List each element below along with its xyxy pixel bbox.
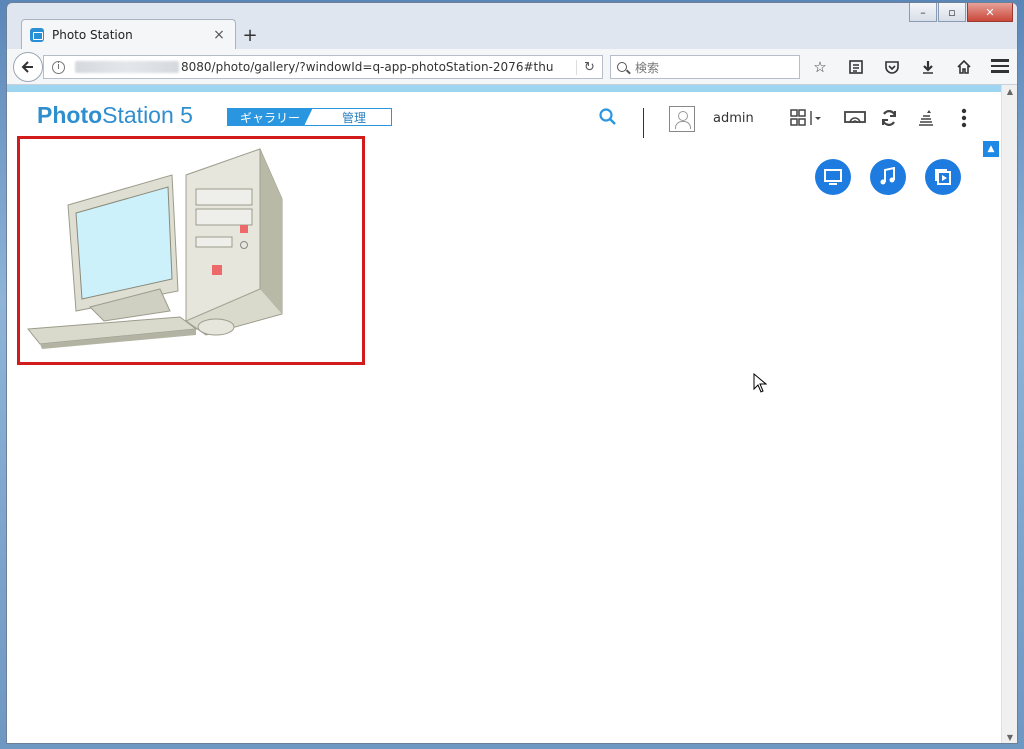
slideshow-icon xyxy=(824,169,842,185)
address-bar[interactable]: i 8080/photo/gallery/?windowId=q-app-pho… xyxy=(43,55,603,79)
hamburger-menu-icon[interactable] xyxy=(991,59,1009,73)
browser-tab[interactable]: Photo Station × xyxy=(21,19,236,49)
home-icon[interactable] xyxy=(951,57,977,77)
url-text: 8080/photo/gallery/?windowId=q-app-photo… xyxy=(181,60,554,74)
selected-photo-thumbnail[interactable] xyxy=(17,136,365,365)
scroll-up-arrow-icon[interactable]: ▲ xyxy=(1002,85,1017,99)
music-button[interactable] xyxy=(870,159,906,195)
photo-station-favicon-icon xyxy=(30,27,44,42)
video-icon xyxy=(935,169,951,185)
accent-strip xyxy=(7,85,1003,92)
view-grid-icon[interactable] xyxy=(789,108,825,128)
browser-window: – ▫ ✕ Photo Station × + i 8080/photo/gal… xyxy=(6,2,1018,744)
search-icon xyxy=(617,62,627,72)
reload-icon[interactable]: ↻ xyxy=(576,59,602,75)
new-tab-button[interactable]: + xyxy=(240,25,260,46)
mode-tabs: ギャラリー 管理 xyxy=(227,108,392,126)
tab-strip: Photo Station × + xyxy=(7,17,1017,49)
slideshow-button[interactable] xyxy=(815,159,851,195)
back-button[interactable] xyxy=(13,52,43,82)
search-icon[interactable] xyxy=(599,108,617,126)
navigation-bar: i 8080/photo/gallery/?windowId=q-app-pho… xyxy=(7,49,1017,85)
search-input[interactable]: 検索 xyxy=(610,55,800,79)
pocket-icon[interactable] xyxy=(879,57,905,77)
site-info-icon[interactable]: i xyxy=(52,60,65,74)
back-arrow-icon xyxy=(21,61,33,73)
download-icon[interactable] xyxy=(915,57,941,77)
music-icon xyxy=(880,167,895,185)
page-content: PhotoStation 5 ギャラリー 管理 admin ▲ xyxy=(7,85,1003,743)
refresh-icon[interactable] xyxy=(879,108,899,128)
scroll-down-arrow-icon[interactable]: ▼ xyxy=(1002,731,1017,743)
scroll-top-button[interactable]: ▲ xyxy=(983,141,999,157)
mouse-cursor-icon xyxy=(753,373,767,393)
user-avatar-icon[interactable] xyxy=(669,106,695,132)
redacted-host xyxy=(75,61,179,73)
tab-title: Photo Station xyxy=(52,27,133,42)
bookmark-star-icon[interactable]: ☆ xyxy=(807,57,833,77)
toolbar-icons: ☆ xyxy=(807,57,977,77)
more-icon[interactable] xyxy=(957,108,971,128)
upload-icon[interactable] xyxy=(915,108,937,128)
username-label[interactable]: admin xyxy=(713,111,754,126)
app-header: PhotoStation 5 ギャラリー 管理 admin xyxy=(7,92,1003,138)
computer-illustration xyxy=(27,148,283,349)
header-divider xyxy=(643,108,644,138)
cast-icon[interactable] xyxy=(843,108,867,128)
search-placeholder: 検索 xyxy=(635,60,660,75)
video-button[interactable] xyxy=(925,159,961,195)
vertical-scrollbar[interactable]: ▲ ▼ xyxy=(1001,85,1017,743)
tab-gallery[interactable]: ギャラリー xyxy=(227,108,313,126)
reading-list-icon[interactable] xyxy=(843,57,869,77)
tab-close-icon[interactable]: × xyxy=(211,27,227,43)
tab-management[interactable]: 管理 xyxy=(304,108,392,126)
app-logo: PhotoStation 5 xyxy=(37,102,193,128)
